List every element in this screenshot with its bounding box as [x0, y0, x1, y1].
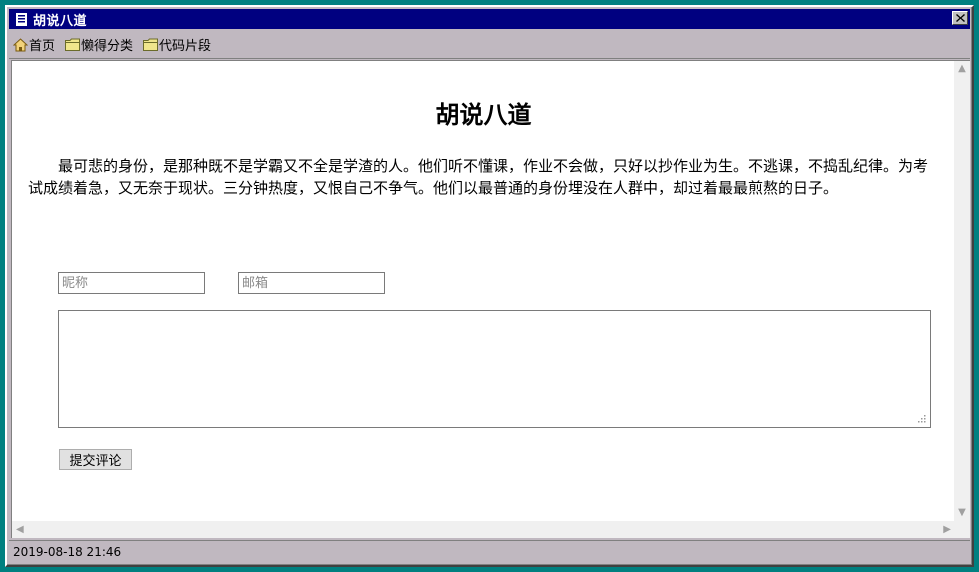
email-input[interactable] [238, 272, 385, 294]
status-timestamp: 2019-08-18 21:46 [13, 545, 122, 559]
article-body: 最可悲的身份，是那种既不是学霸又不全是学渣的人。他们听不懂课，作业不会做，只好以… [28, 157, 929, 197]
nickname-input[interactable] [58, 272, 205, 294]
page-title: 胡说八道 [435, 101, 532, 129]
menu-item-home[interactable]: 首页 [13, 35, 55, 54]
horizontal-scrollbar[interactable]: ◀ ▶ [12, 521, 955, 538]
home-icon [13, 37, 28, 51]
resize-grip-icon[interactable] [918, 415, 926, 423]
title-bar[interactable]: 胡说八道 [9, 9, 970, 29]
scroll-up-icon[interactable]: ▲ [958, 61, 966, 77]
menu-item-uncategorized[interactable]: 懒得分类 [65, 35, 133, 54]
scroll-right-icon[interactable]: ▶ [943, 522, 951, 538]
comment-textarea[interactable] [58, 310, 931, 428]
close-icon [955, 14, 965, 22]
folder-icon [143, 38, 159, 51]
scroll-left-icon[interactable]: ◀ [16, 522, 24, 538]
folder-icon [65, 38, 81, 51]
vertical-scrollbar[interactable]: ▲ ▼ [954, 61, 970, 521]
document-icon [13, 11, 29, 27]
app-window: 胡说八道 首页 懒得分类 代码片段 胡说八道 最可悲的身份，是那种既不是学霸又不… [5, 5, 974, 567]
menu-item-label: 懒得分类 [81, 39, 134, 54]
menu-item-code-snippets[interactable]: 代码片段 [143, 35, 211, 54]
menu-bar: 首页 懒得分类 代码片段 [9, 31, 970, 59]
window-title: 胡说八道 [33, 13, 88, 29]
scroll-down-icon[interactable]: ▼ [958, 505, 966, 521]
scroll-corner [954, 521, 970, 538]
status-bar: 2019-08-18 21:46 [9, 540, 970, 563]
close-button[interactable] [952, 11, 968, 25]
menu-item-label: 代码片段 [159, 39, 212, 54]
page-content: 胡说八道 最可悲的身份，是那种既不是学霸又不全是学渣的人。他们听不懂课，作业不会… [11, 60, 970, 538]
menu-item-label: 首页 [29, 39, 56, 54]
submit-comment-button[interactable]: 提交评论 [59, 449, 132, 470]
